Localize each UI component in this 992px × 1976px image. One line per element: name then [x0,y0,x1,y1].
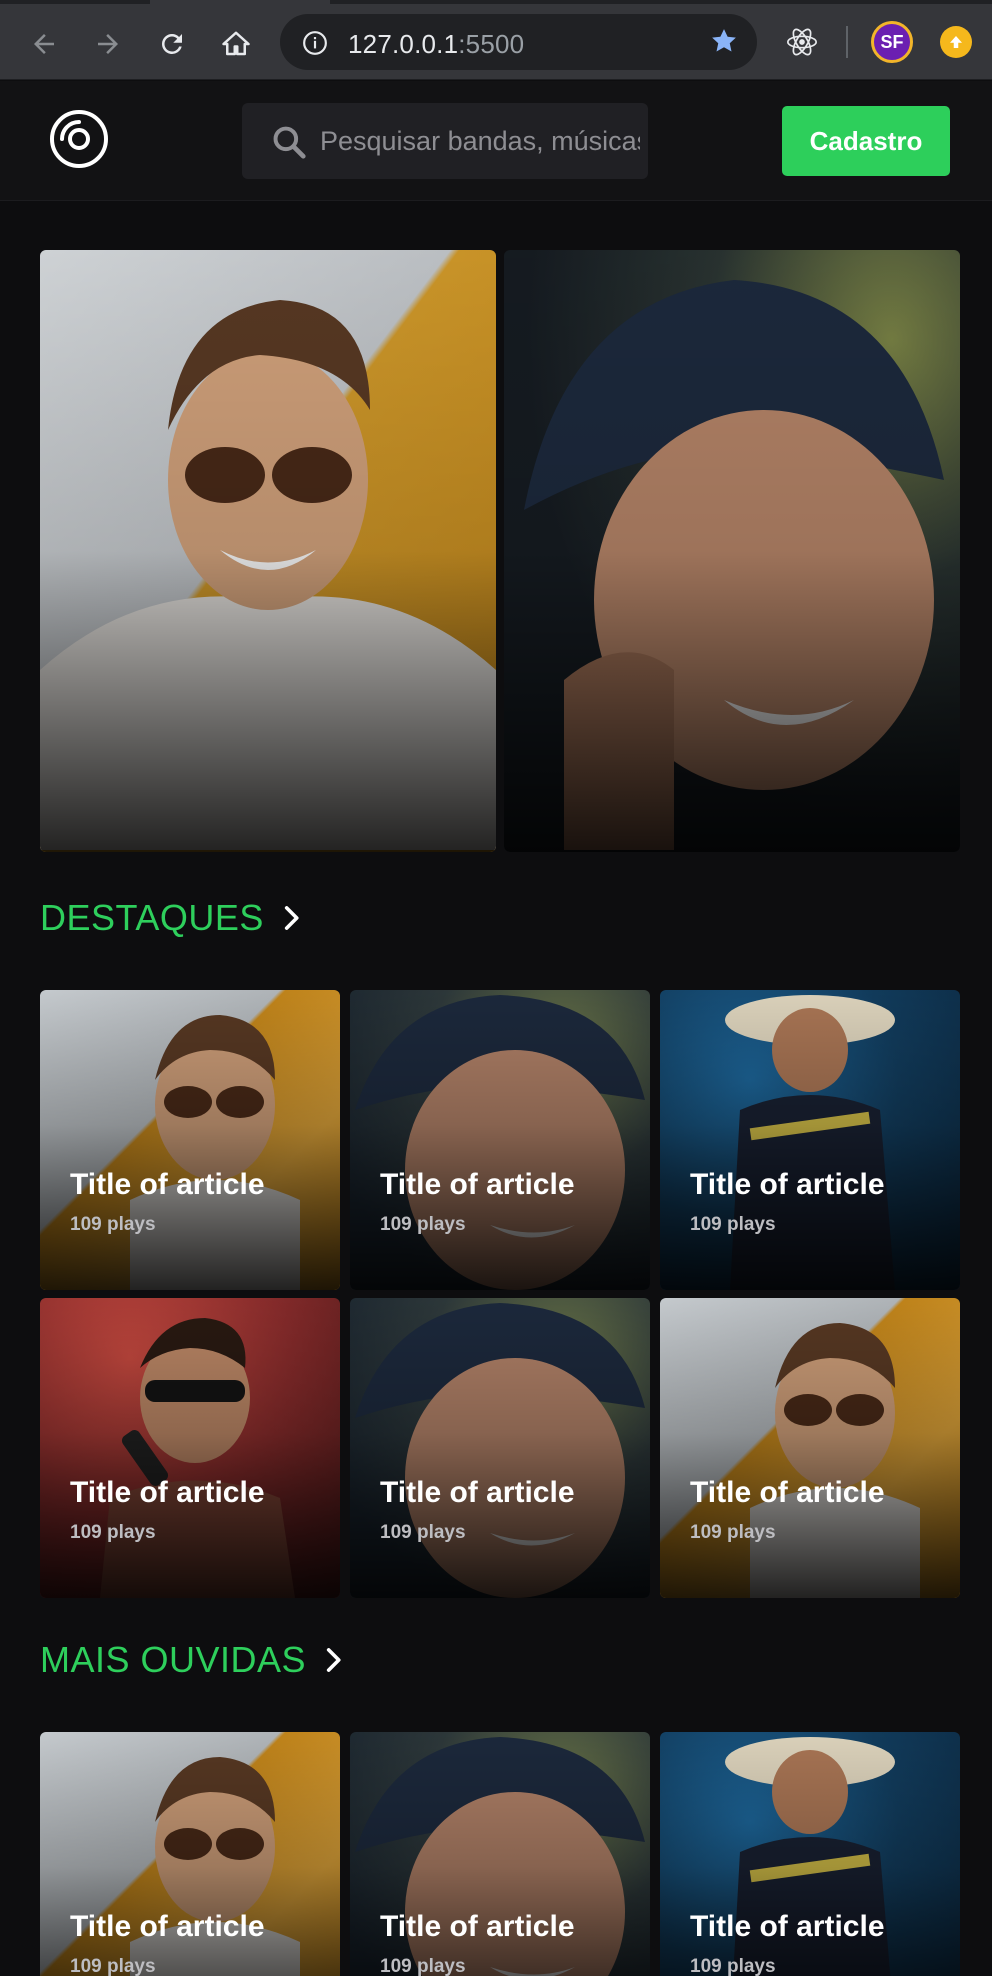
search-box[interactable] [242,103,648,179]
update-icon[interactable] [934,20,978,64]
card-title: Title of article [380,1910,575,1943]
card-title: Title of article [70,1168,265,1201]
card-overlay [40,990,340,1290]
card-title: Title of article [690,1168,885,1201]
section-title-destaques[interactable]: DESTAQUES [40,897,300,939]
signup-button[interactable]: Cadastro [782,106,950,176]
card-plays: 109 plays [380,1214,466,1235]
card-overlay [350,1298,650,1598]
card-plays: 109 plays [70,1522,156,1543]
star-icon[interactable] [709,26,739,61]
address-bar[interactable]: 127.0.0.1:5500 [280,14,757,70]
sf-extension-icon[interactable]: SF [870,20,914,64]
card-plays: 109 plays [380,1522,466,1543]
card-title: Title of article [380,1476,575,1509]
search-icon [270,123,308,166]
card-destaques-5[interactable]: Title of article 109 plays [350,1298,650,1598]
app-header: Cadastro [0,81,992,201]
toolbar-divider [846,26,848,58]
hero-banner-2[interactable] [504,250,960,852]
active-tab[interactable] [150,0,330,4]
react-icon[interactable] [780,20,824,64]
hero-image-2 [504,250,960,852]
card-plays: 109 plays [690,1956,776,1976]
hero-banner-1[interactable] [40,250,496,852]
card-destaques-4[interactable]: Title of article 109 plays [40,1298,340,1598]
card-mais-ouvidas-1[interactable]: Title of article 109 plays [40,1732,340,1976]
card-destaques-6[interactable]: Title of article 109 plays [660,1298,960,1598]
forward-icon[interactable] [84,20,132,68]
card-title: Title of article [690,1476,885,1509]
back-icon[interactable] [20,20,68,68]
card-overlay [350,990,650,1290]
browser-toolbar: 127.0.0.1:5500 SF [0,0,992,80]
url-text[interactable]: 127.0.0.1:5500 [348,29,524,60]
card-destaques-2[interactable]: Title of article 109 plays [350,990,650,1290]
section-title-mais-ouvidas[interactable]: MAIS OUVIDAS [40,1639,342,1681]
card-title: Title of article [70,1910,265,1943]
card-title: Title of article [380,1168,575,1201]
disc-logo-icon[interactable] [49,109,109,169]
hero-image-1 [40,250,496,852]
section-title-label: DESTAQUES [40,897,264,938]
search-input[interactable] [320,103,640,179]
sf-extension-label: SF [871,21,913,63]
card-overlay [660,1298,960,1598]
url-port: :5500 [458,29,525,59]
card-plays: 109 plays [70,1214,156,1235]
reload-icon[interactable] [148,20,196,68]
url-host: 127.0.0.1 [348,29,459,59]
chevron-right-icon[interactable] [282,905,300,931]
section-title-label: MAIS OUVIDAS [40,1639,307,1680]
card-plays: 109 plays [380,1956,466,1976]
card-title: Title of article [690,1910,885,1943]
card-title: Title of article [70,1476,265,1509]
card-overlay [660,990,960,1290]
card-destaques-1[interactable]: Title of article 109 plays [40,990,340,1290]
card-plays: 109 plays [690,1214,776,1235]
card-mais-ouvidas-2[interactable]: Title of article 109 plays [350,1732,650,1976]
info-icon[interactable] [302,30,328,61]
card-plays: 109 plays [690,1522,776,1543]
chevron-right-icon[interactable] [324,1647,342,1673]
card-mais-ouvidas-3[interactable]: Title of article 109 plays [660,1732,960,1976]
home-icon[interactable] [212,20,260,68]
card-destaques-3[interactable]: Title of article 109 plays [660,990,960,1290]
tab-strip [0,0,992,4]
card-overlay [40,1298,340,1598]
card-plays: 109 plays [70,1956,156,1976]
